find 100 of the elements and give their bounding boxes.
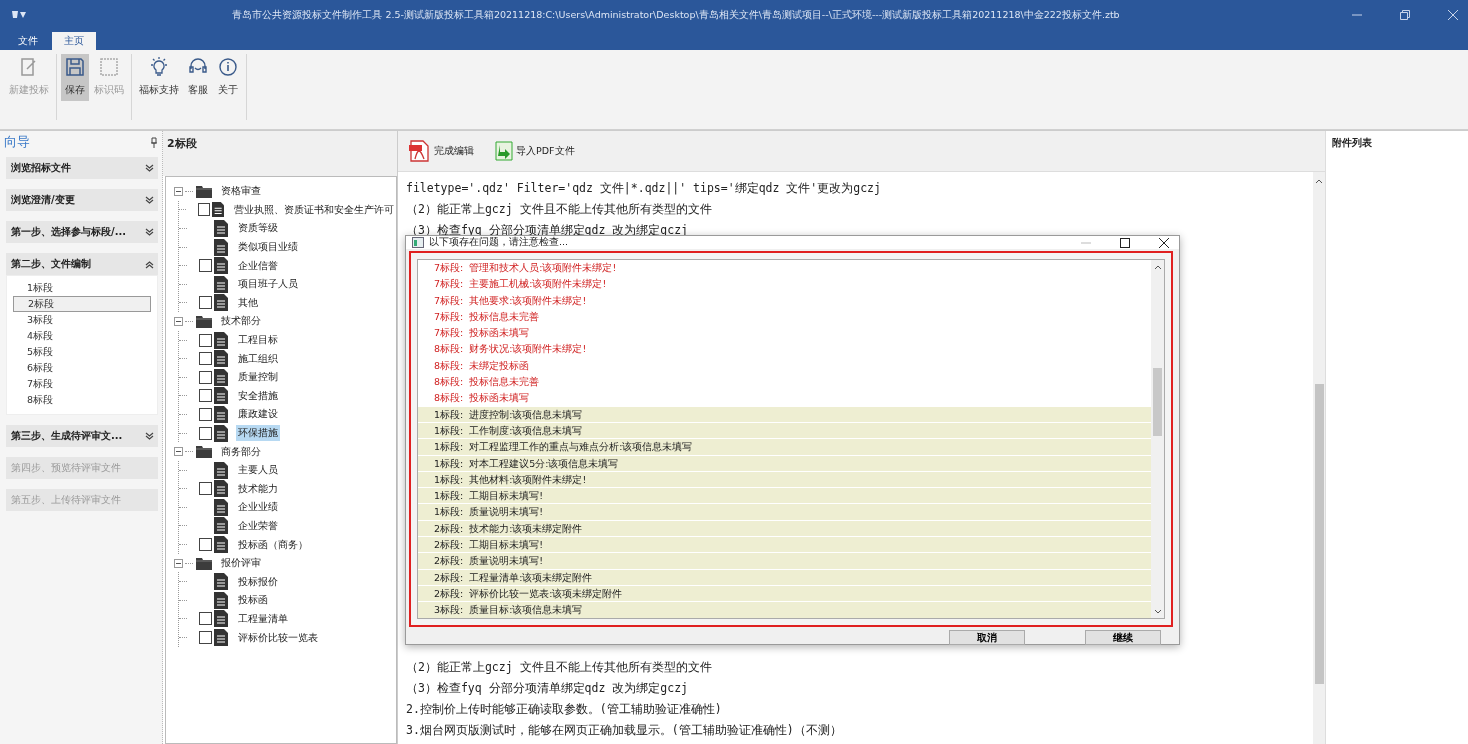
collapse-icon[interactable] <box>174 558 183 568</box>
restore-icon[interactable] <box>1400 10 1410 20</box>
document-icon <box>214 238 228 256</box>
checkbox[interactable] <box>199 407 212 421</box>
toolbar-button[interactable]: 导入PDF文件 <box>488 139 581 163</box>
close-icon[interactable] <box>1159 237 1169 248</box>
checkbox[interactable] <box>199 631 212 645</box>
ribbon-tab[interactable]: 文件 <box>6 32 50 50</box>
scroll-thumb[interactable] <box>1314 384 1324 684</box>
issue-row[interactable]: 3标段: 质量目标:该项信息未填写 <box>418 602 1151 618</box>
tree-item[interactable]: 主要人员 <box>236 462 280 479</box>
section-item[interactable]: 8标段 <box>13 392 151 408</box>
scroll-thumb[interactable] <box>1153 368 1162 436</box>
section-item[interactable]: 5标段 <box>13 344 151 360</box>
section-item[interactable]: 6标段 <box>13 360 151 376</box>
issue-row[interactable]: 1标段: 质量说明未填写! <box>418 504 1151 521</box>
step-header[interactable]: 浏览招标文件 <box>6 157 158 179</box>
tree-item[interactable]: 工程目标 <box>236 332 280 349</box>
scroll-down-icon[interactable] <box>1153 609 1162 615</box>
collapse-icon[interactable] <box>174 447 183 457</box>
tree-item[interactable]: 企业信誉 <box>236 257 280 274</box>
checkbox[interactable] <box>199 538 212 552</box>
document-icon <box>214 591 228 609</box>
maximize-icon[interactable] <box>1120 237 1130 248</box>
tree-item[interactable]: 资质等级 <box>236 220 280 237</box>
document-icon <box>214 573 228 591</box>
scrollbar[interactable] <box>1151 259 1165 619</box>
tree-item[interactable]: 投标报价 <box>236 573 280 590</box>
pdf-icon <box>408 139 432 163</box>
checkbox[interactable] <box>199 259 212 273</box>
tree-item[interactable]: 投标函 <box>236 592 270 609</box>
tree-item[interactable]: 技术能力 <box>236 480 280 497</box>
checkbox[interactable] <box>199 296 212 310</box>
checkbox[interactable] <box>199 370 212 384</box>
folder-label[interactable]: 资格审查 <box>221 184 261 199</box>
tree-item[interactable]: 类似项目业绩 <box>236 239 300 256</box>
tree-item[interactable]: 廉政建设 <box>236 406 280 423</box>
collapse-icon[interactable] <box>174 316 183 326</box>
collapse-icon[interactable] <box>174 186 183 196</box>
section-item[interactable]: 4标段 <box>13 328 151 344</box>
folder-icon <box>195 183 213 199</box>
ribbon-button[interactable]: 保存 <box>61 54 89 101</box>
issue-row[interactable]: 2标段: 质量说明未填写! <box>418 553 1151 570</box>
checkbox[interactable] <box>199 426 212 440</box>
tree-item[interactable]: 其他 <box>236 294 260 311</box>
folder-label[interactable]: 技术部分 <box>221 314 261 329</box>
ribbon-button[interactable]: 福标支持 <box>136 54 182 101</box>
section-item[interactable]: 3标段 <box>13 312 151 328</box>
scrollbar[interactable] <box>1313 172 1325 744</box>
tree-item[interactable]: 环保措施 <box>236 425 280 441</box>
document-icon <box>214 220 228 237</box>
ribbon-button[interactable]: 客服 <box>184 54 212 101</box>
lightbulb-icon <box>148 56 170 78</box>
checkbox[interactable] <box>199 612 212 626</box>
folder-label[interactable]: 商务部分 <box>221 444 261 459</box>
step-header[interactable]: 浏览澄清/变更 <box>6 189 158 211</box>
dialog-button[interactable]: 继续 <box>1085 630 1161 645</box>
ribbon-tab[interactable]: 主页 <box>52 32 96 50</box>
tree-item[interactable]: 安全措施 <box>236 387 280 404</box>
checkbox[interactable] <box>199 352 212 366</box>
issue-row[interactable]: 1标段: 对工程监理工作的重点与难点分析:该项信息未填写 <box>418 439 1151 456</box>
document-text-line: （3）检查fyq 分部分项清单绑定qdz 改为绑定gczj <box>406 680 689 697</box>
dialog-button[interactable]: 取消 <box>949 630 1025 645</box>
checkbox[interactable] <box>199 389 212 403</box>
checkbox[interactable] <box>199 482 212 496</box>
checkbox[interactable] <box>199 333 212 347</box>
step-header[interactable]: 第一步、选择参与标段/... <box>6 221 158 243</box>
checkbox[interactable] <box>198 203 210 217</box>
document-icon <box>214 517 228 535</box>
tree-item[interactable]: 评标价比较一览表 <box>236 629 320 646</box>
document-text-line: （2）能正常上gczj 文件且不能上传其他所有类型的文件 <box>406 201 713 218</box>
section-item[interactable]: 1标段 <box>13 280 151 296</box>
tree-item[interactable]: 工程量清单 <box>236 610 290 627</box>
scroll-up-icon[interactable] <box>1315 178 1323 184</box>
toolbar-button[interactable]: 完成编辑 <box>402 138 480 164</box>
tree-item[interactable]: 施工组织 <box>236 350 280 367</box>
document-text-line: （2）能正常上gczj 文件且不能上传其他所有类型的文件 <box>406 659 713 676</box>
issue-row[interactable]: 1标段: 工期目标未填写! <box>418 488 1151 505</box>
document-icon <box>214 629 228 647</box>
ribbon-button[interactable]: 关于 <box>214 54 242 101</box>
section-item[interactable]: 7标段 <box>13 376 151 392</box>
tree-item[interactable]: 企业业绩 <box>236 499 280 516</box>
folder-label[interactable]: 报价评审 <box>221 556 261 571</box>
app-icon[interactable] <box>10 9 28 21</box>
document-icon <box>214 610 228 628</box>
pin-icon[interactable] <box>150 136 158 148</box>
tree-item[interactable]: 企业荣誉 <box>236 518 280 534</box>
tree-item[interactable]: 项目班子人员 <box>236 276 300 293</box>
tree-item[interactable]: 投标函（商务） <box>236 536 310 553</box>
document-icon <box>214 387 228 405</box>
step-header[interactable]: 第二步、文件编制 <box>6 253 158 275</box>
save-icon <box>64 56 86 78</box>
issue-row[interactable]: 2标段: 工期目标未填写! <box>418 537 1151 554</box>
section-item[interactable]: 2标段 <box>13 296 151 312</box>
step-header[interactable]: 第三步、生成待评审文... <box>6 425 158 447</box>
tree-item[interactable]: 营业执照、资质证书和安全生产许可 <box>232 201 396 218</box>
scroll-up-icon[interactable] <box>1153 264 1162 270</box>
barcode-icon <box>98 56 120 78</box>
tree-item[interactable]: 质量控制 <box>236 369 280 386</box>
document-icon <box>214 368 228 386</box>
